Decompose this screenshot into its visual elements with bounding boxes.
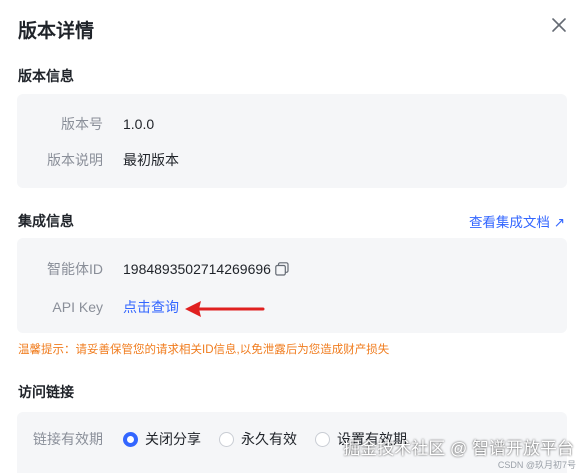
- version-number-row: 版本号 1.0.0: [17, 113, 567, 135]
- view-integration-docs-link[interactable]: 查看集成文档 ↗: [469, 211, 565, 231]
- version-number-value: 1.0.0: [123, 116, 155, 132]
- radio-checked-icon: [123, 431, 138, 447]
- agent-id-row: 智能体ID 1984893502714269696: [17, 258, 567, 280]
- radio-close-share[interactable]: 关闭分享: [123, 428, 201, 450]
- integration-section-title: 集成信息: [18, 213, 74, 229]
- version-description-label: 版本说明: [47, 152, 103, 168]
- dialog-title: 版本详情: [18, 21, 95, 42]
- copy-icon[interactable]: [275, 262, 289, 276]
- radio-unchecked-icon: [219, 431, 234, 447]
- annotation-arrow-icon: [185, 301, 265, 317]
- security-warning-text: 温馨提示：请妥善保管您的请求相关ID信息,以免泄露后为您造成财产损失: [18, 344, 390, 356]
- agent-id-value: 1984893502714269696: [123, 261, 271, 277]
- version-card: 版本号 1.0.0 版本说明 最初版本: [17, 94, 567, 188]
- radio-permanent-label: 永久有效: [241, 431, 297, 447]
- api-key-row: API Key 点击查询: [17, 296, 567, 318]
- version-description-row: 版本说明 最初版本: [17, 149, 567, 171]
- version-description-value: 最初版本: [123, 152, 179, 168]
- version-number-label: 版本号: [61, 116, 103, 132]
- link-validity-label: 链接有效期: [33, 431, 103, 447]
- close-icon[interactable]: [548, 14, 570, 36]
- api-key-query-link[interactable]: 点击查询: [123, 296, 179, 318]
- watermark-text: 掘金技术社区 @ 智谱开放平台: [343, 439, 574, 458]
- radio-unchecked-icon: [315, 431, 330, 447]
- version-section-title: 版本信息: [18, 68, 74, 84]
- radio-close-share-label: 关闭分享: [145, 431, 201, 447]
- agent-id-label: 智能体ID: [47, 261, 103, 277]
- watermark-subtext: CSDN @玖月初7号: [497, 460, 576, 470]
- integration-card: 智能体ID 1984893502714269696 API Key 点击查询: [17, 238, 567, 333]
- access-section-title: 访问链接: [18, 384, 74, 400]
- api-key-label: API Key: [52, 299, 103, 315]
- radio-permanent[interactable]: 永久有效: [219, 428, 297, 450]
